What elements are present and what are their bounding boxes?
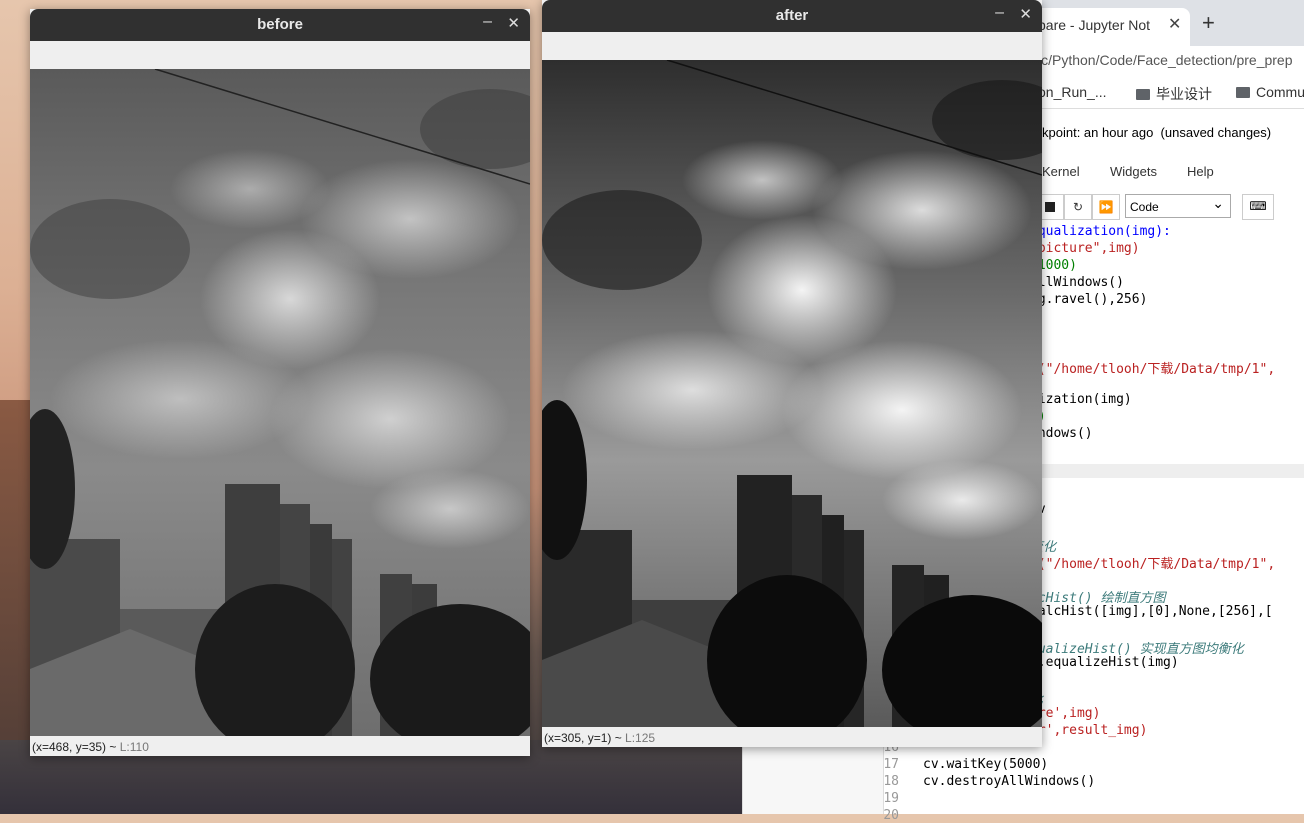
browser-window: pare - Jupyter Not ✕ + ic/Python/Code/Fa… [1030, 0, 1304, 814]
code-line: equalization(img): [1030, 224, 1171, 239]
window-toolbar [30, 41, 530, 69]
restart-icon: ↻ [1072, 200, 1084, 214]
code-line: cv.destroyAllWindows() [923, 774, 1096, 789]
bookmark-folder[interactable]: 毕业设计 [1136, 84, 1212, 104]
code-line: lization(img) [1030, 392, 1132, 407]
line-number: 18 [883, 774, 899, 789]
menu-widgets[interactable]: Widgets [1110, 164, 1157, 179]
status-bar: (x=468, y=35) ~ L:110 [30, 736, 530, 756]
after-image-window: after – ✕ (x=305, y=1) ~ L:125 [542, 0, 1042, 747]
window-toolbar [542, 32, 1042, 60]
bookmark-item[interactable]: on_Run_... [1038, 84, 1107, 100]
tab-title: pare - Jupyter Not [1038, 17, 1151, 33]
before-image-window: before – ✕ (x=468, y=35) ~ L:110 [30, 9, 530, 756]
minimize-icon[interactable]: – [995, 4, 1004, 22]
folder-icon [1136, 89, 1150, 100]
code-line: "picture",img) [1030, 241, 1140, 256]
code-line: d("/home/tlooh/下载/Data/tmp/1", [1030, 557, 1276, 572]
code-line: AllWindows() [1030, 275, 1124, 290]
tab-close-icon[interactable]: ✕ [1168, 14, 1181, 34]
tab-strip: pare - Jupyter Not ✕ + [1030, 0, 1304, 46]
line-number: 19 [883, 791, 899, 806]
line-number: 20 [883, 808, 899, 823]
line-number: 17 [883, 757, 899, 772]
code-line: cv.waitKey(5000) [923, 757, 1049, 772]
code-line: d("/home/tlooh/下载/Data/tmp/1", [1030, 362, 1276, 377]
stop-icon [1045, 202, 1055, 212]
cursor-coordinates: (x=468, y=35) ~ [32, 740, 120, 754]
cursor-coordinates: (x=305, y=1) ~ [544, 731, 626, 745]
before-photo[interactable] [30, 69, 530, 736]
browser-tab[interactable]: pare - Jupyter Not ✕ [1030, 8, 1190, 46]
keyboard-icon: ⌨ [1249, 199, 1267, 213]
menu-kernel[interactable]: Kernel [1042, 164, 1080, 179]
status-bar: (x=305, y=1) ~ L:125 [542, 727, 1042, 747]
pixel-level: L:125 [625, 731, 656, 745]
window-titlebar[interactable]: before – ✕ [30, 9, 530, 41]
code-line: mg.ravel(),256) [1030, 292, 1148, 307]
address-bar[interactable]: ic/Python/Code/Face_detection/pre_prep [1030, 46, 1304, 76]
close-icon[interactable]: ✕ [507, 14, 520, 32]
cell-type-select[interactable]: Code [1125, 191, 1231, 218]
after-photo[interactable] [542, 60, 1042, 727]
minimize-icon[interactable]: – [483, 13, 492, 31]
checkpoint-status: kpoint: an hour ago (unsaved changes) [1042, 125, 1272, 140]
code-line: v.equalizeHist(img) [1030, 655, 1179, 670]
window-titlebar[interactable]: after – ✕ [542, 0, 1042, 32]
fast-forward-icon: ⏩ [1098, 200, 1114, 214]
window-title: after [775, 7, 809, 24]
notebook-menubar: Kernel Widgets Help [1030, 158, 1304, 186]
pixel-level: L:110 [119, 740, 149, 754]
notebook-toolbar: ↻ ⏩ Code ⌨ [1030, 190, 1304, 224]
run-all-button[interactable]: ⏩ [1092, 194, 1120, 220]
close-icon[interactable]: ✕ [1019, 5, 1032, 23]
cell-separator [1030, 464, 1304, 478]
menu-help[interactable]: Help [1187, 164, 1214, 179]
new-tab-button[interactable]: + [1202, 10, 1215, 36]
url-text: ic/Python/Code/Face_detection/pre_prep [1038, 52, 1293, 68]
code-line: er',result_img) [1030, 723, 1148, 738]
keyboard-shortcuts-button[interactable]: ⌨ [1242, 194, 1274, 220]
bookmark-folder[interactable]: Commu [1236, 84, 1304, 100]
folder-icon [1236, 87, 1250, 98]
bookmarks-bar: on_Run_... 毕业设计 Commu [1030, 76, 1304, 109]
code-line: calcHist([img],[0],None,[256],[ [1030, 604, 1273, 619]
window-title: before [257, 16, 303, 33]
restart-button[interactable]: ↻ [1064, 194, 1092, 220]
